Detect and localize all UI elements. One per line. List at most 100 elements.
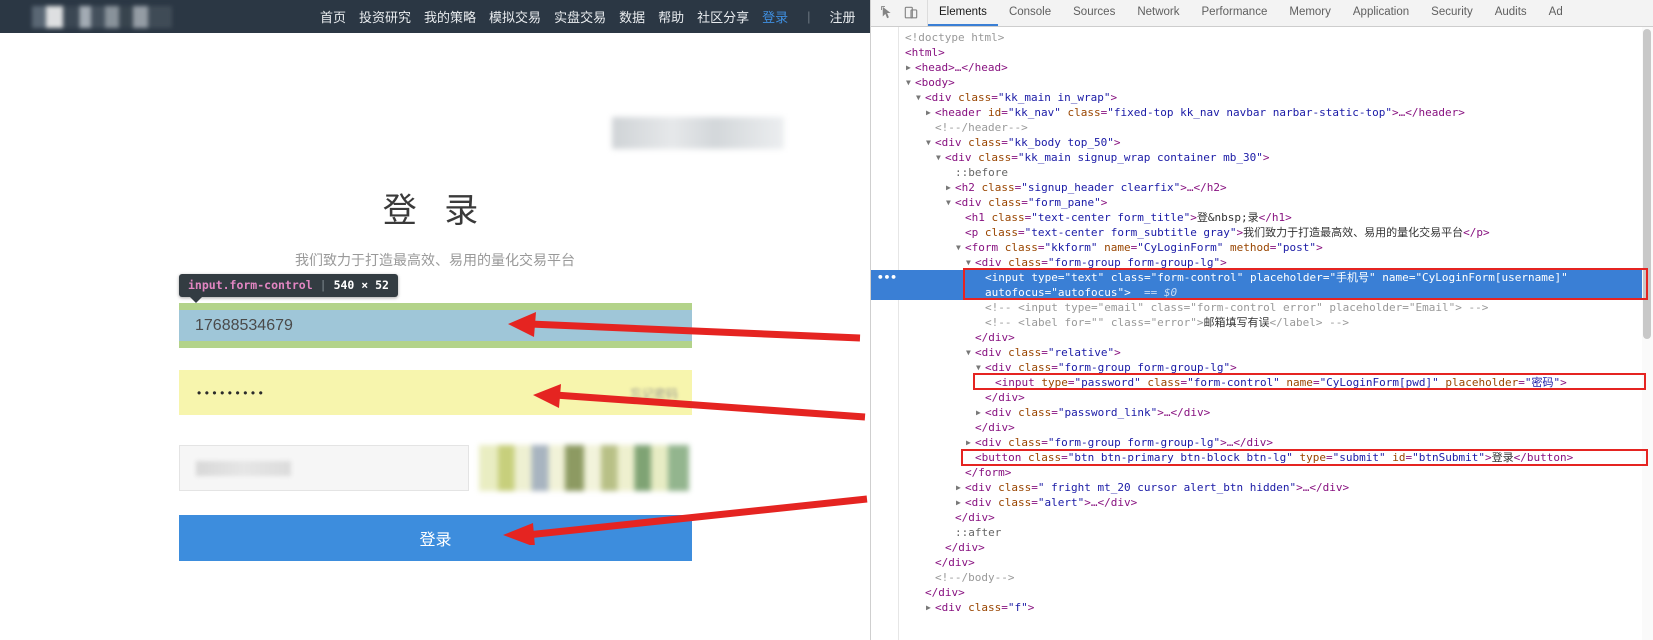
collapse-triangle-icon[interactable]: ▼ [956,240,961,255]
collapse-triangle-icon[interactable]: ▼ [906,75,911,90]
devtools-tab-sources[interactable]: Sources [1062,0,1126,26]
collapse-triangle-icon[interactable]: ▼ [946,195,951,210]
dom-node-row[interactable]: </div> [871,420,1653,435]
devtools-tab-performance[interactable]: Performance [1191,0,1279,26]
dom-node-row[interactable]: ::after [871,525,1653,540]
expand-triangle-icon[interactable]: ▶ [926,600,931,615]
dom-token-punc: … [1163,406,1171,419]
dom-token-attr: class [1060,106,1101,119]
dom-node-row[interactable]: <!--/header--> [871,120,1653,135]
dom-token-tag: > [1027,601,1035,614]
nav-link-2[interactable]: 我的策略 [424,7,476,26]
nav-link-8[interactable]: 登录 [762,7,788,26]
captcha-input[interactable] [179,445,469,491]
devtools-tab-console[interactable]: Console [998,0,1062,26]
dom-token-punc: = [1269,241,1277,254]
devtools-tab-audits[interactable]: Audits [1484,0,1538,26]
dom-node-row[interactable]: ••• <input type = "text" class = "form-contro… [871,270,1653,285]
nav-link-5[interactable]: 数据 [619,7,645,26]
collapse-triangle-icon[interactable]: ▼ [926,135,931,150]
dom-token-tag: </div> [1170,406,1211,419]
expand-triangle-icon[interactable]: ▶ [926,105,931,120]
dom-node-row[interactable]: <!doctype html> [871,30,1653,45]
expand-triangle-icon[interactable]: ▶ [976,405,981,420]
dom-node-row[interactable]: <!-- <input type="email" class="form-con… [871,300,1653,315]
devtools-tab-application[interactable]: Application [1342,0,1420,26]
dom-node-row[interactable]: ▶ <div class = "form-group form-group-lg" >…… [871,435,1653,450]
dom-node-row[interactable]: <input type = "password" class = "form-contr… [871,375,1653,390]
dom-token-val: "密码" [1524,376,1561,389]
nav-link-0[interactable]: 首页 [320,7,346,26]
devtools-tab-security[interactable]: Security [1420,0,1484,26]
dom-node-row[interactable]: ▼ <div class = "relative" > [871,345,1653,360]
expand-triangle-icon[interactable]: ▶ [956,480,961,495]
dom-node-row[interactable]: <p class = "text-center form_subtitle gray… [871,225,1653,240]
login-submit-button[interactable]: 登录 [179,515,692,561]
dom-node-row[interactable]: </div> [871,390,1653,405]
dom-node-row[interactable]: ▶ <h2 class = "signup_header clearfix" >… </h… [871,180,1653,195]
devtools-tab-ad[interactable]: Ad [1538,0,1574,26]
dom-node-row[interactable]: ▶ <header id = "kk_nav" class = "fixed-top kk… [871,105,1653,120]
dom-node-row[interactable]: ▶ <head>… </head> [871,60,1653,75]
devtools-tab-network[interactable]: Network [1126,0,1190,26]
dom-node-row[interactable]: autofocus = "autofocus" > == $0 [871,285,1653,300]
collapse-triangle-icon[interactable]: ▼ [976,360,981,375]
dom-node-row[interactable]: <h1 class = "text-center form_title" > 登&nbs… [871,210,1653,225]
dom-node-row[interactable]: ▶ <div class = "password_link" >… </div> [871,405,1653,420]
captcha-image[interactable] [479,445,689,491]
dom-node-row[interactable]: ▼ <div class = "kk_body top_50" > [871,135,1653,150]
dom-node-row[interactable]: ▼ <div class = "form-group form-group-lg" > [871,360,1653,375]
dom-node-row[interactable]: ▼ <body> [871,75,1653,90]
dom-token-attr: class [978,151,1012,164]
dom-token-punc: = [1041,436,1048,449]
scrollbar-thumb[interactable] [1643,29,1651,339]
dom-node-row[interactable]: ::before [871,165,1653,180]
expand-triangle-icon[interactable]: ▶ [946,180,951,195]
nav-link-4[interactable]: 实盘交易 [554,7,606,26]
dom-node-row[interactable]: </div> [871,540,1653,555]
nav-register-link[interactable]: 注册 [830,7,856,26]
devtools-toolbar-icons [871,0,928,26]
site-logo[interactable] [32,5,172,28]
forgot-password-link[interactable]: 忘记密码 [630,385,678,402]
dom-node-row[interactable]: <button class = "btn btn-primary btn-block… [871,450,1653,465]
dom-node-row[interactable]: </div> [871,585,1653,600]
collapse-triangle-icon[interactable]: ▼ [936,150,941,165]
dom-node-row[interactable]: <!-- <label for="" class="error"> 邮箱填写有误 <… [871,315,1653,330]
dom-token-punc: = [1044,286,1052,299]
dom-node-row[interactable]: </div> [871,555,1653,570]
devtools-scrollbar[interactable] [1642,27,1653,640]
dom-node-row[interactable]: ▼ <div class = "form_pane" > [871,195,1653,210]
nav-link-6[interactable]: 帮助 [658,7,684,26]
dom-node-row[interactable]: </div> [871,510,1653,525]
inspect-element-icon[interactable] [881,6,895,20]
device-toolbar-icon[interactable] [904,6,918,20]
dom-node-row[interactable]: </form> [871,465,1653,480]
dom-node-row[interactable]: ▼ <form class = "kkform" name = "CyLoginForm"… [871,240,1653,255]
username-input[interactable]: 17688534679 [179,310,692,341]
nav-link-1[interactable]: 投资研究 [359,7,411,26]
dom-node-row[interactable]: </div> [871,330,1653,345]
dom-node-row[interactable]: ▼ <div class = "form-group form-group-lg" > [871,255,1653,270]
dom-node-row[interactable]: ▶ <div class = " fright mt_20 cursor alert_… [871,480,1653,495]
expand-triangle-icon[interactable]: ▶ [906,60,911,75]
dom-node-row[interactable]: ▼ <div class = "kk_main in_wrap" > [871,90,1653,105]
nav-link-3[interactable]: 模拟交易 [489,7,541,26]
dom-node-row[interactable]: <!--/body--> [871,570,1653,585]
dom-node-row[interactable]: ▶ <div class = "alert" >… </div> [871,495,1653,510]
collapse-triangle-icon[interactable]: ▼ [916,90,921,105]
collapse-triangle-icon[interactable]: ▼ [966,255,971,270]
dom-token-tag: > [1220,256,1227,269]
dom-token-txtnode: 登&nbsp;录 [1196,211,1259,224]
expand-triangle-icon[interactable]: ▶ [956,495,961,510]
dom-node-row[interactable]: <html> [871,45,1653,60]
expand-triangle-icon[interactable]: ▶ [966,435,971,450]
collapse-triangle-icon[interactable]: ▼ [966,345,971,360]
password-input[interactable]: ••••••••• 忘记密码 [179,370,692,415]
devtools-tab-memory[interactable]: Memory [1278,0,1342,26]
nav-link-7[interactable]: 社区分享 [697,7,749,26]
dom-node-row[interactable]: ▶ <div class = "f" > [871,600,1653,615]
devtools-tab-elements[interactable]: Elements [928,0,998,26]
elements-dom-tree[interactable]: <!doctype html> <html> ▶ <head>… </head> ▼ <bo… [871,27,1653,640]
dom-node-row[interactable]: ▼ <div class = "kk_main signup_wrap contain… [871,150,1653,165]
